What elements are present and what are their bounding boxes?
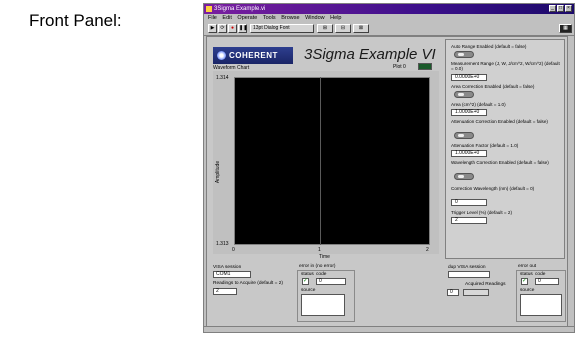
plot-legend-swatch[interactable] [418,63,432,70]
atten-factor-field[interactable]: 1.0000E+0 [451,150,487,157]
acquired-label: Acquired Readings [465,282,506,287]
error-out-label: error out [518,264,537,269]
error-in-cluster: status code ✓ 0 source [297,270,355,322]
settings-panel: Auto Range Enabled (default = false) Mea… [445,39,565,259]
menu-edit[interactable]: Edit [222,15,231,21]
status-bar [204,326,574,332]
trigger-field[interactable]: 2 [451,217,487,224]
distribute-objects-icon[interactable]: ⊟ [335,24,351,33]
pause-icon[interactable]: ❚❚ [238,24,247,33]
trigger-label: Trigger Level (%) (default = 2) [451,210,512,215]
abort-icon[interactable]: ● [228,24,237,33]
area-label: Area (cm^2) (default = 1.0) [451,102,506,107]
y-max-label[interactable]: 1.314 [216,75,229,81]
wl-corr-toggle[interactable] [454,173,474,180]
auto-range-label: Auto Range Enabled (default = false) [451,44,527,49]
error-in-status-label: status [301,272,314,277]
front-panel-caption: Front Panel: [29,11,122,30]
meas-range-field[interactable]: 0.0000E+0 [451,74,487,81]
bottom-controls: VISA session COM1 Readings to Acquire (d… [207,262,567,328]
waveform-chart: 1.314 1.313 Amplitude 0 1 2 Time [213,71,439,260]
error-in-source-label: source [301,288,316,293]
auto-range-toggle[interactable] [454,51,474,58]
error-in-source-field[interactable] [301,294,345,316]
meas-range-label: Measurement Range (J, W, J/cm^2, W/cm^2)… [451,61,560,72]
vi-connector-icon: ▦ [559,24,572,33]
vi-title: 3Sigma Example VI [304,46,436,63]
area-corr-toggle[interactable] [454,91,474,98]
error-in-code-label: code [316,272,327,277]
atten-corr-label: Attenuation Correction Enabled (default … [451,119,548,124]
window-titlebar: 3Sigma Example.vi _ □ × [204,4,574,14]
window-title: 3Sigma Example.vi [214,6,266,12]
menu-window[interactable]: Window [305,15,325,21]
close-button[interactable]: × [565,5,572,12]
error-out-code-label: code [535,272,546,277]
visa-label: VISA session [213,265,242,270]
menu-help[interactable]: Help [330,15,341,21]
reorder-objects-icon[interactable]: ⊠ [353,24,369,33]
labview-window: 3Sigma Example.vi _ □ × File Edit Operat… [203,3,575,333]
corr-wl-field[interactable]: 0 [451,199,487,206]
minimize-button[interactable]: _ [549,5,556,12]
front-panel: COHERENT 3Sigma Example VI Waveform Char… [206,36,568,330]
acquired-index[interactable]: 0 [447,289,459,296]
y-axis-label: Amplitude [215,160,222,184]
readings-label: Readings to Acquire (default = 2) [213,281,283,286]
x-tick-2: 2 [426,247,429,253]
vi-icon [206,6,212,12]
menu-operate[interactable]: Operate [237,15,257,21]
dup-visa-field[interactable] [448,271,490,278]
dup-visa-label: dup VISA session [448,265,486,270]
menu-bar: File Edit Operate Tools Browse Window He… [204,14,574,22]
font-select[interactable]: 13pt Dialog Font [250,24,314,33]
coherent-logo: COHERENT [213,47,293,64]
chart-plot-area[interactable] [234,77,430,245]
error-out-code-field: 0 [535,278,559,285]
error-in-label: error in (no error) [299,264,336,269]
plot-legend-label: Plot 0 [393,64,406,70]
error-out-source-field [520,294,562,316]
error-in-status-checkbox[interactable]: ✓ [302,278,309,285]
x-tick-0: 0 [232,247,235,253]
x-tick-1: 1 [318,247,321,253]
wl-corr-label: Wavelength Correction Enabled (default =… [451,160,549,165]
atten-corr-toggle[interactable] [454,132,474,139]
x-axis-label: Time [319,254,330,260]
run-continuously-icon[interactable]: ⟳ [218,24,227,33]
atten-factor-label: Attenuation Factor (default = 1.0) [451,143,519,148]
area-field[interactable]: 1.0000E+0 [451,109,487,116]
y-min-label[interactable]: 1.313 [216,241,229,247]
error-out-status-label: status [520,272,533,277]
error-out-cluster: status code ✓ 0 source [516,270,566,322]
chart-cursor-line [320,77,321,245]
visa-select[interactable]: COM1 [213,271,251,278]
error-out-status-indicator: ✓ [521,278,528,285]
corr-wl-label: Correction Wavelength (nm) (default = 0) [451,186,535,191]
menu-tools[interactable]: Tools [263,15,276,21]
error-in-code-field[interactable]: 0 [316,278,346,285]
logo-text: COHERENT [229,51,278,60]
run-arrow-icon[interactable]: ▶ [208,24,217,33]
area-corr-label: Area Correction Enabled (default = false… [451,84,535,89]
acquired-readings-display [463,289,489,296]
error-out-source-label: source [520,288,535,293]
toolbar: ▶ ⟳ ● ❚❚ 13pt Dialog Font ⊞ ⊟ ⊠ ▦ [204,22,574,36]
menu-file[interactable]: File [208,15,217,21]
menu-browse[interactable]: Browse [281,15,299,21]
maximize-button[interactable]: □ [557,5,564,12]
readings-field[interactable]: 2 [213,288,237,295]
align-objects-icon[interactable]: ⊞ [317,24,333,33]
